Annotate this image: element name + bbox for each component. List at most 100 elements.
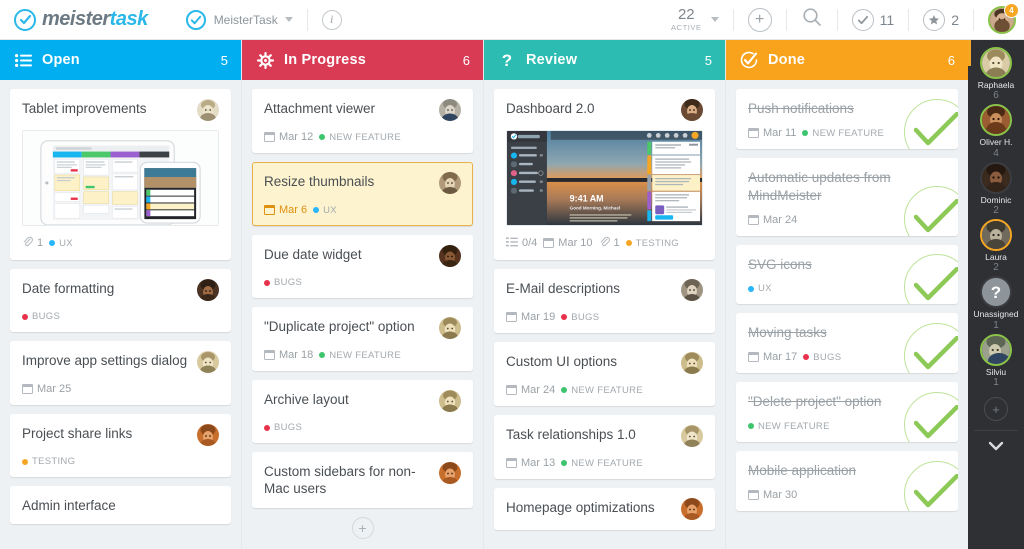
tag-dot-icon [264,424,270,431]
column-header-review[interactable]: ? Review 5 [484,40,725,80]
starred-button[interactable]: 2 [923,8,959,31]
chevron-down-icon[interactable] [988,438,1004,456]
tag: BUGS [22,311,60,322]
member-task-count: 2 [993,262,999,274]
attachment-count-text: 1 [613,237,620,249]
column-body-review: Dashboard 2.0 9:41 AM Good Morning, Mich… [484,80,725,549]
svg-text:9:41 AM: 9:41 AM [570,194,604,204]
task-card[interactable]: Custom sidebars for non-Mac users [252,452,473,508]
project-selector[interactable]: MeisterTask [185,9,293,30]
card-meta: 0/4 Mar 10 1 TESTING [506,236,703,250]
task-card[interactable]: E-Mail descriptions Mar 19 BUGS [494,269,715,333]
avatar[interactable] [681,498,703,520]
avatar[interactable] [681,279,703,301]
column-header-in-progress[interactable]: In Progress 6 [242,40,483,80]
my-tasks-button[interactable]: 11 [851,8,894,31]
avatar[interactable] [439,99,461,121]
info-icon[interactable]: i [321,9,342,30]
checklist-text: 0/4 [522,237,538,249]
starred-count: 2 [951,11,959,28]
tag: UX [313,205,337,216]
due-date-text: Mar 10 [558,237,593,249]
task-card[interactable]: Homepage optimizations [494,488,715,530]
avatar[interactable] [439,390,461,412]
tag: BUGS [264,422,302,433]
sidebar-member-unassigned[interactable]: ? Unassigned 1 [968,276,1024,331]
task-card[interactable]: Dashboard 2.0 9:41 AM Good Morning, Mich… [494,89,715,260]
task-card-done[interactable]: Mobile application Mar 30 [736,450,958,511]
avatar[interactable] [197,424,219,446]
task-card[interactable]: Improve app settings dialog Mar 25 [10,341,231,405]
tag-dot-icon [802,130,809,137]
calendar-icon [21,383,34,394]
avatar[interactable] [681,425,703,447]
active-tasks-filter[interactable]: 22 ACTIVE [671,7,719,32]
tag-dot-icon [561,387,568,393]
sidebar-member-silviu[interactable]: Silviu 1 [968,333,1024,389]
task-card[interactable]: Due date widget BUGS [252,235,473,298]
svg-text:?: ? [502,51,512,69]
tag-dot-icon [561,460,568,466]
sidebar-member-laura[interactable]: Laura 2 [968,219,1024,274]
tag: BUGS [561,312,599,323]
avatar[interactable] [980,219,1012,252]
avatar[interactable] [439,462,461,484]
add-task-button[interactable]: + [747,7,772,32]
chevron-down-icon[interactable] [710,17,719,22]
sidebar-member-dominic[interactable]: Dominic 2 [968,161,1024,217]
avatar[interactable]: 4 [988,2,1019,34]
sidebar-member-oliver-h[interactable]: Oliver H. 4 [968,104,1024,159]
tag-dot-icon [49,240,56,246]
task-card[interactable]: Archive layout BUGS [252,380,473,443]
task-card[interactable]: Date formatting BUGS [10,269,231,332]
sidebar-member-raphaela[interactable]: Raphaela 6 [968,47,1024,102]
avatar[interactable] [197,99,219,121]
task-card-done[interactable]: Automatic updates from MindMeister Mar 2… [736,158,958,236]
tag: NEW FEATURE [319,350,401,361]
task-card[interactable]: Project share links TESTING [10,414,231,477]
column-done: Done 6 Push notifications Mar 11 NEW FEA… [726,40,968,549]
avatar[interactable] [439,172,461,194]
avatar[interactable] [197,279,219,301]
avatar[interactable] [681,99,703,121]
member-task-count: 6 [993,90,999,102]
tag-dot-icon [748,285,754,292]
avatar[interactable] [980,104,1012,137]
tag-label: NEW FEATURE [571,384,643,396]
task-card[interactable]: Task relationships 1.0 Mar 13 NEW FEATUR… [494,415,715,479]
task-card-done[interactable]: Moving tasks Mar 17 BUGS [736,313,958,374]
avatar[interactable] [980,161,1012,194]
avatar[interactable] [681,352,703,374]
tag-dot-icon [22,458,28,465]
column-header-done[interactable]: Done 6 [726,40,968,80]
tag-label: UX [323,204,337,216]
chevron-down-icon[interactable] [284,17,293,22]
task-card-done[interactable]: Push notifications Mar 11 NEW FEATURE [736,89,958,150]
avatar[interactable] [439,317,461,339]
task-card-overdue[interactable]: Resize thumbnails Mar 6 UX [252,162,473,226]
task-card[interactable]: "Duplicate project" option Mar 18 NEW FE… [252,307,473,371]
question-mark-icon[interactable]: ? [980,276,1012,309]
column-count: 6 [947,52,955,68]
divider [785,8,787,31]
add-card-button[interactable]: + [351,516,374,539]
task-card-done[interactable]: "Delete project" option NEW FEATURE [736,382,958,442]
active-count: 22 [677,6,695,24]
avatar[interactable] [980,333,1012,366]
task-card[interactable]: Tablet improvements 1 UX [10,89,231,260]
task-card[interactable]: Attachment viewer Mar 12 NEW FEATURE [252,89,473,153]
toolbar-right: 22 ACTIVE + 11 2 4 [671,0,1024,40]
add-member-button[interactable]: + [984,397,1008,422]
search-icon[interactable] [801,6,823,33]
avatar[interactable] [439,245,461,267]
card-attachment-image[interactable] [22,130,219,226]
column-header-open[interactable]: Open 5 [0,40,241,80]
avatar[interactable] [197,351,219,373]
card-attachment-image[interactable]: 9:41 AM Good Morning, Michael [506,130,703,226]
task-card-done[interactable]: SVG icons UX [736,244,958,305]
svg-text:Good Morning, Michael: Good Morning, Michael [570,205,621,210]
task-card[interactable]: Custom UI options Mar 24 NEW FEATURE [494,342,715,406]
task-card[interactable]: Admin interface [10,486,231,525]
app-logo[interactable]: meistertask [14,8,148,31]
avatar[interactable] [980,47,1012,79]
